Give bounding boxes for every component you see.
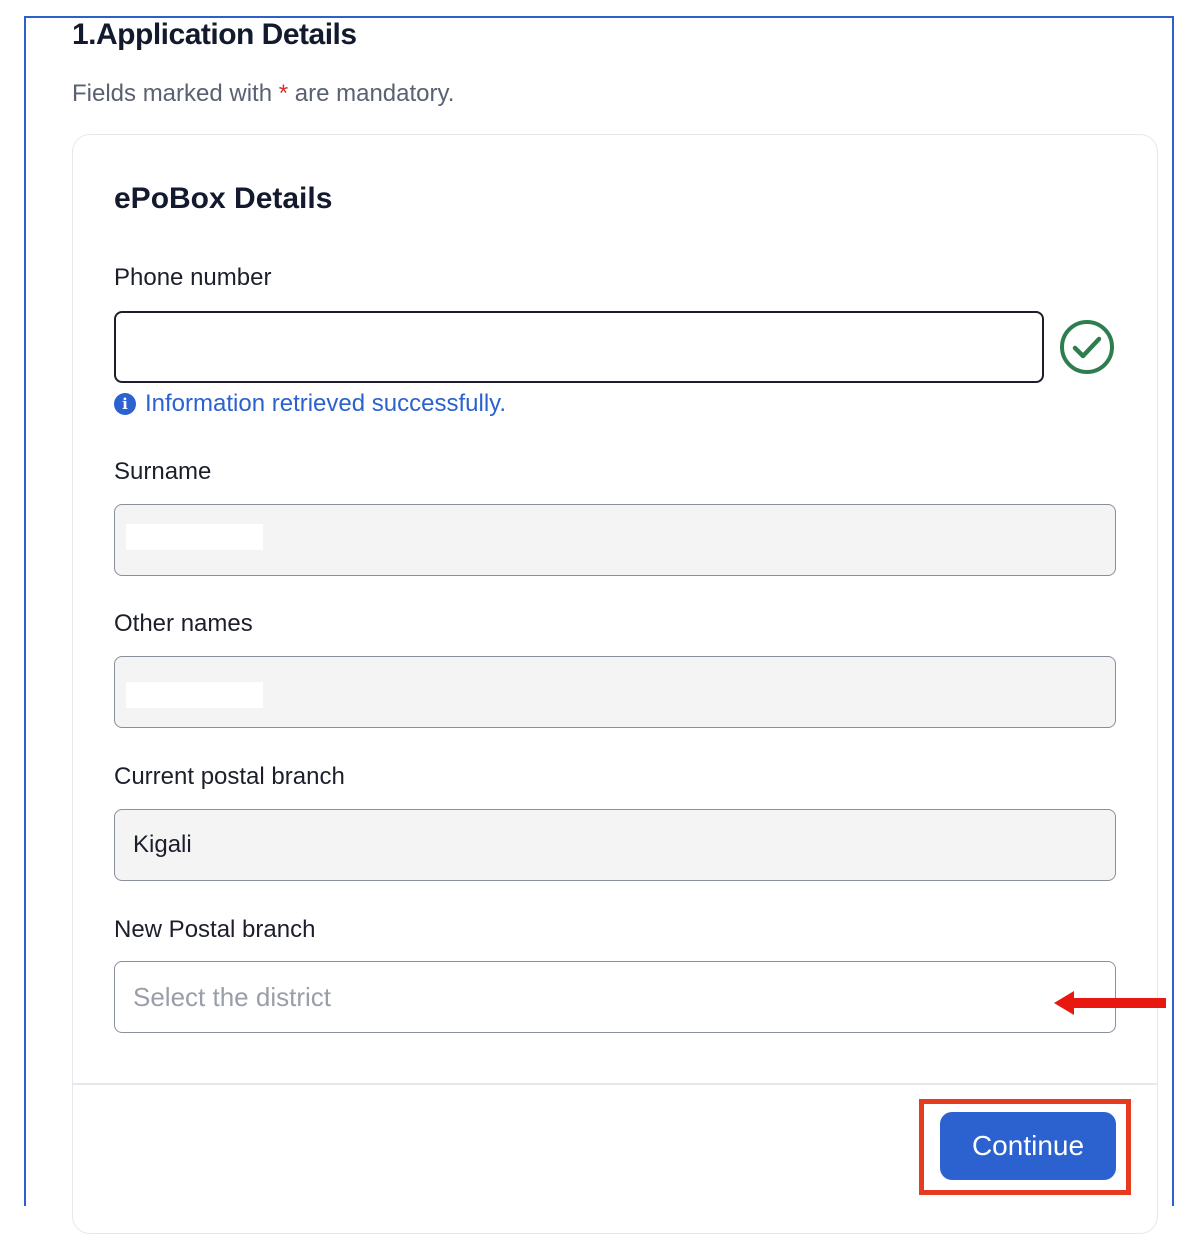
section-title: ePoBox Details [114,182,333,215]
mandatory-note: Fields marked with * are mandatory. [72,80,454,108]
surname-label: Surname [114,458,212,485]
phone-info-message: i Information retrieved successfully. [114,390,506,418]
phone-number-input[interactable] [114,311,1044,383]
current-postal-branch-label: Current postal branch [114,763,345,790]
required-asterisk: * [278,80,289,107]
other-names-input[interactable] [114,656,1116,728]
other-names-label: Other names [114,610,253,637]
surname-redaction [126,524,263,550]
surname-input[interactable] [114,504,1116,576]
phone-number-label: Phone number [114,264,272,291]
info-message-text: Information retrieved successfully. [145,390,507,417]
annotation-arrow-icon [1054,991,1166,1015]
card-footer-divider [73,1083,1157,1085]
mandatory-note-prefix: Fields marked with [72,80,279,107]
page-title: 1.Application Details [72,18,357,51]
info-icon: i [114,393,136,415]
continue-button[interactable]: Continue [940,1112,1116,1180]
new-postal-branch-label: New Postal branch [114,916,316,943]
other-names-redaction [126,682,263,708]
mandatory-note-suffix: are mandatory. [288,80,455,107]
check-circle-icon [1060,320,1114,374]
new-postal-branch-select[interactable]: Select the district [114,961,1116,1033]
current-postal-branch-input[interactable] [114,809,1116,881]
